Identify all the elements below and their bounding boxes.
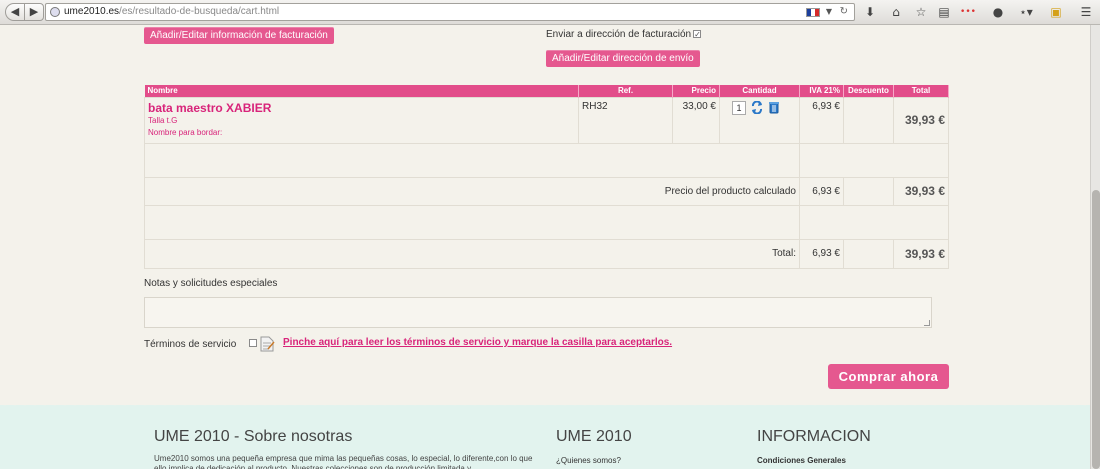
back-button[interactable]: ◀	[5, 3, 25, 21]
cart-table: Nombre Ref. Precio Cantidad IVA 21% Desc…	[144, 85, 949, 269]
extension-circle-icon[interactable]: ●	[990, 4, 1006, 20]
url-path: /es/resultado-de-busqueda/cart.html	[119, 6, 280, 17]
grand-total-row: Total: 6,93 € 39,93 €	[144, 238, 949, 269]
reload-icon[interactable]: ↻	[840, 4, 848, 20]
item-total: 39,93 €	[893, 96, 949, 144]
footer-about-text: Ume2010 somos una pequeña empresa que mi…	[154, 454, 533, 469]
col-header-price: Precio	[672, 85, 720, 97]
col-header-ref: Ref.	[578, 85, 673, 97]
update-quantity-icon[interactable]	[751, 100, 763, 114]
subtotal-row: Precio del producto calculado 6,93 € 39,…	[144, 176, 949, 206]
grand-total-discount	[843, 238, 894, 269]
cart-page: Añadir/Editar información de facturación…	[0, 25, 1090, 405]
tos-label-text: Términos de servicio	[144, 339, 237, 350]
product-embroidery: Nombre para bordar:	[148, 127, 223, 137]
france-flag-icon	[806, 8, 820, 17]
spacer-cell-right	[799, 204, 949, 240]
url-dropdown-icon[interactable]: ▼	[826, 4, 832, 20]
grand-total-label: Total:	[144, 238, 800, 269]
col-header-discount: Descuento	[843, 85, 894, 97]
scalloped-border	[0, 401, 1090, 409]
cart-spacer-row	[144, 142, 949, 178]
delete-item-icon[interactable]	[768, 101, 780, 114]
resize-grip-icon[interactable]	[924, 320, 930, 326]
browser-toolbar: ◀ ▶ ume2010.es/es/resultado-de-busqueda/…	[0, 0, 1100, 25]
page-scrollbar[interactable]	[1090, 25, 1100, 469]
ship-to-billing-checkbox[interactable]: ✓	[693, 30, 702, 39]
product-size: Talla t.G	[148, 115, 178, 125]
item-discount	[843, 96, 894, 144]
grand-total-tax: 6,93 €	[799, 238, 844, 269]
quantity-input[interactable]: 1	[732, 100, 746, 115]
item-name-cell: bata maestro XABIER Talla t.G Nombre par…	[144, 96, 579, 144]
col-header-tax: IVA 21%	[799, 85, 844, 97]
cart-spacer-row	[144, 204, 949, 240]
tos-link[interactable]: Pinche aquí para leer los términos de se…	[283, 337, 672, 348]
col-header-name: Nombre	[144, 85, 579, 97]
clipboard-icon[interactable]: ▤	[936, 4, 952, 20]
grand-total-value: 39,93 €	[893, 238, 949, 269]
footer-terms-link[interactable]: Condiciones Generales	[757, 456, 846, 465]
footer-col3-title: INFORMACION	[757, 428, 871, 445]
forward-button[interactable]: ▶	[24, 3, 44, 21]
subtotal-tax: 6,93 €	[799, 176, 844, 206]
spacer-cell-right	[799, 142, 949, 178]
checkout-button[interactable]: Comprar ahora	[828, 364, 949, 389]
product-name-link[interactable]: bata maestro XABIER	[148, 101, 575, 115]
edit-billing-button[interactable]: Añadir/Editar información de facturación	[144, 27, 334, 44]
document-icon[interactable]	[259, 336, 275, 352]
address-bar[interactable]: ume2010.es/es/resultado-de-busqueda/cart…	[45, 3, 855, 21]
url-domain: ume2010.es	[64, 6, 120, 17]
extension-dropdown-icon[interactable]: ⋆▾	[1014, 4, 1038, 20]
globe-icon	[50, 7, 60, 17]
tos-label: Términos de servicio	[144, 339, 258, 350]
subtotal-discount	[843, 176, 894, 206]
scrollbar-thumb[interactable]	[1092, 190, 1100, 469]
spacer-cell	[144, 204, 800, 240]
menu-icon[interactable]: ☰	[1078, 4, 1094, 20]
footer-about-title: UME 2010 - Sobre nosotras	[154, 428, 353, 445]
footer-col2-title: UME 2010	[556, 428, 632, 445]
item-tax: 6,93 €	[799, 96, 844, 144]
extension-yellow-icon[interactable]: ▣	[1048, 4, 1064, 20]
url-text: ume2010.es/es/resultado-de-busqueda/cart…	[64, 4, 279, 20]
col-header-quantity: Cantidad	[719, 85, 800, 97]
subtotal-total: 39,93 €	[893, 176, 949, 206]
footer-about-link[interactable]: ¿Quienes somos?	[556, 456, 621, 465]
edit-shipping-button[interactable]: Añadir/Editar dirección de envío	[546, 50, 700, 67]
cart-item-row: bata maestro XABIER Talla t.G Nombre par…	[144, 96, 949, 144]
forward-arrow-icon: ▶	[29, 5, 39, 18]
item-ref: RH32	[578, 96, 673, 144]
notes-textarea[interactable]	[144, 297, 932, 328]
ship-to-billing: Enviar a dirección de facturación ✓	[546, 29, 702, 40]
notes-label: Notas y solicitudes especiales	[144, 278, 278, 289]
download-icon[interactable]: ⬇	[862, 4, 878, 20]
back-arrow-icon: ◀	[10, 5, 20, 18]
col-header-total: Total	[893, 85, 949, 97]
spacer-cell	[144, 142, 800, 178]
ship-to-billing-label: Enviar a dirección de facturación	[546, 29, 692, 40]
item-price: 33,00 €	[672, 96, 720, 144]
home-icon[interactable]: ⌂	[888, 4, 904, 20]
subtotal-label: Precio del producto calculado	[144, 176, 800, 206]
tos-checkbox[interactable]	[249, 339, 258, 347]
item-quantity-cell: 1	[719, 96, 800, 144]
site-footer: UME 2010 - Sobre nosotras Ume2010 somos …	[0, 401, 1090, 469]
bookmark-star-icon[interactable]: ☆	[913, 4, 929, 20]
addon-icon[interactable]: •••	[960, 4, 976, 20]
cart-header-row: Nombre Ref. Precio Cantidad IVA 21% Desc…	[144, 85, 949, 97]
